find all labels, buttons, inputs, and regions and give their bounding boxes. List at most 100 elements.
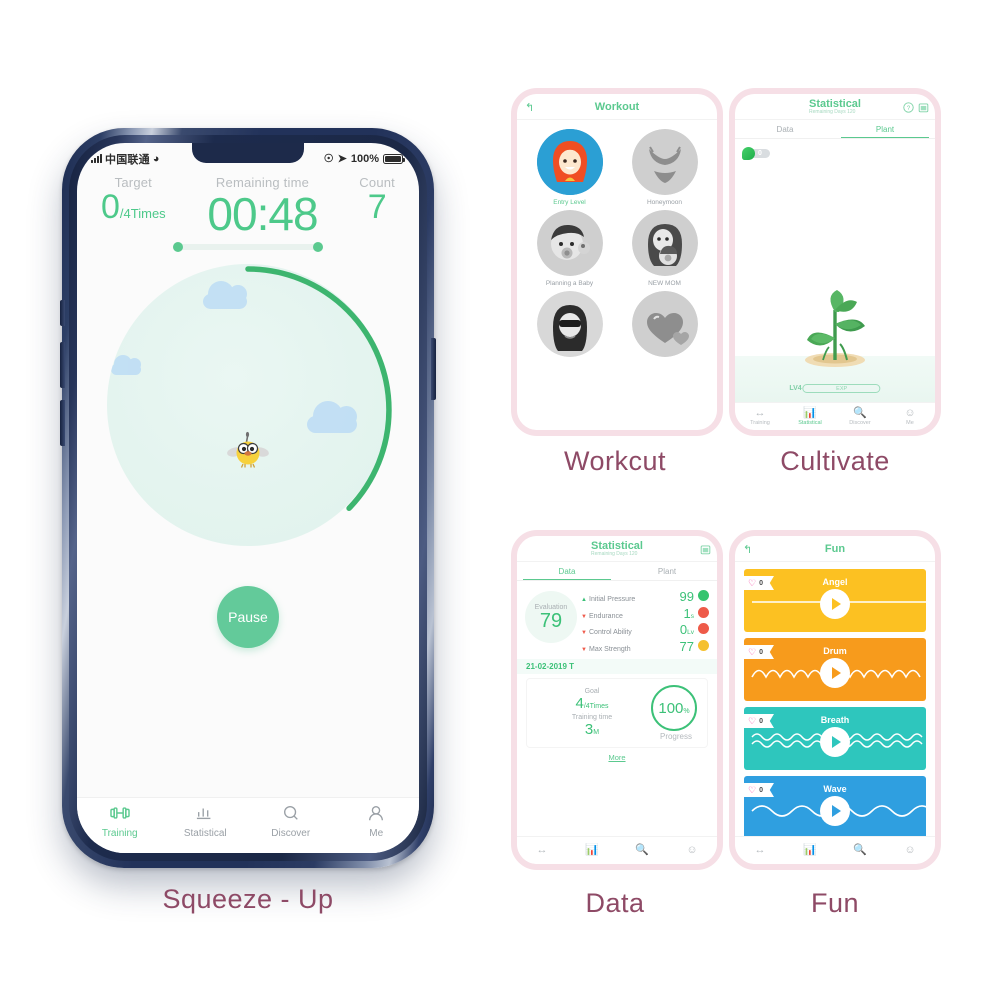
training-time-label: Training time [571, 714, 613, 721]
nav-item-me[interactable]: ☺ Me [885, 407, 935, 426]
phone-mute-switch[interactable] [60, 300, 65, 326]
nav-item-training[interactable]: ↔ [517, 844, 567, 857]
heart-icon: ♡ [748, 715, 757, 726]
play-button[interactable] [820, 796, 850, 827]
nav-item-discover[interactable]: 🔍 Discover [835, 407, 885, 426]
trend-down-icon: ▼ [581, 630, 587, 636]
nav-item-training[interactable]: ↔ [735, 844, 785, 857]
fun-tile-breath[interactable]: ♡ 0 Breath [744, 707, 926, 770]
tab-data[interactable]: Data [517, 562, 617, 580]
nav-item-training[interactable]: ↔ Training [735, 407, 785, 426]
workcut-item-honeymoon[interactable]: Honeymoon [624, 129, 705, 206]
dumbbell-icon [77, 804, 163, 826]
workcut-item-5[interactable] [529, 291, 610, 361]
trend-down-icon: ▼ [581, 613, 587, 620]
count-value: 7 [367, 188, 387, 226]
workcut-label: NEW MOM [648, 280, 681, 287]
training-time-value: 3 [584, 721, 594, 738]
fun-tile-wave[interactable]: ♡ 0 Wave [744, 776, 926, 836]
stat-number: 1 [683, 605, 691, 621]
back-arrow-icon[interactable]: ↰ [743, 543, 752, 556]
poster-canvas: 中国联通 ◕ 16:41 ☉ ➤ 100% Target 0/4Times [0, 0, 1000, 1000]
training-time-group: 3M [533, 721, 651, 738]
avatar [536, 129, 603, 195]
stat-row: ▲ Initial Pressure 99 [581, 589, 709, 604]
data-header: Statistical Remaining Days 120 [517, 536, 717, 562]
workcut-item-entry-level[interactable]: Entry Level [529, 129, 610, 206]
progress-dot-end [313, 242, 323, 253]
like-ribbon[interactable]: ♡ 0 [744, 645, 774, 659]
nav-item-statistical[interactable]: 📊 [785, 844, 835, 857]
pause-button[interactable]: Pause [217, 586, 279, 649]
tab-plant[interactable]: Plant [617, 562, 717, 580]
phone-volume-up-button[interactable] [60, 342, 65, 388]
fun-header: ↰ Fun [735, 536, 935, 562]
plant-illustration-area: LV4 EXP [735, 290, 935, 402]
seed-counter[interactable]: 0 [742, 147, 770, 160]
signal-icon [91, 154, 102, 163]
dumbbell-icon: ↔ [754, 407, 766, 419]
nav-item-me[interactable]: ☺ [885, 844, 935, 857]
nav-item-training[interactable]: Training [77, 804, 163, 839]
nav-item-statistical[interactable]: 📊 Statistical [785, 407, 835, 426]
workcut-label: Entry Level [553, 199, 586, 206]
nav-item-me[interactable]: ☺ [667, 844, 717, 857]
data-header-icons [700, 542, 711, 560]
avatar [631, 291, 698, 357]
fun-tile-angel[interactable]: ♡ 0 Angel [744, 569, 926, 632]
nav-label-training: Training [101, 828, 138, 839]
bar-chart-icon: 📊 [803, 844, 817, 856]
fun-tile-drum[interactable]: ♡ 0 Drum [744, 638, 926, 701]
stat-unit: Lv [687, 629, 694, 636]
dumbbell-icon: ↔ [536, 844, 548, 856]
workcut-grid: Entry Level Honeymoon Planning a Baby NE… [517, 120, 717, 361]
like-count: 0 [759, 579, 763, 587]
nav-item-statistical[interactable]: Statistical [163, 804, 249, 839]
plant-exp-label: EXP [836, 385, 848, 392]
metric-target: Target 0/4Times [101, 175, 166, 226]
cultivate-title: Statistical Remaining Days 120 [809, 98, 861, 115]
phone-screen: 中国联通 ◕ 16:41 ☉ ➤ 100% Target 0/4Times [77, 143, 419, 853]
tab-data[interactable]: Data [735, 120, 835, 138]
location-arrow-icon: ➤ [337, 153, 347, 165]
more-link[interactable]: More [517, 753, 717, 762]
session-progress-track [173, 242, 323, 253]
question-circle-icon[interactable]: ? [903, 100, 914, 118]
back-arrow-icon[interactable]: ↰ [525, 101, 534, 114]
calendar-icon[interactable] [700, 542, 711, 560]
workcut-item-new-mom[interactable]: NEW MOM [624, 210, 705, 287]
trend-up-icon: ▲ [581, 597, 587, 603]
fun-body: ♡ 0 Angel ♡ 0 Drum ♡ 0 Breath ♡ 0 Wave [735, 562, 935, 836]
like-ribbon[interactable]: ♡ 0 [744, 576, 774, 590]
play-icon [832, 736, 841, 749]
nav-label-statistical: Statistical [183, 828, 227, 839]
like-count: 0 [759, 648, 763, 656]
evaluation-value: 79 [539, 609, 563, 632]
progress-label: Progress [659, 732, 692, 741]
nav-label-discover: Discover [271, 828, 311, 839]
phone-volume-down-button[interactable] [60, 400, 65, 446]
like-ribbon[interactable]: ♡ 0 [744, 714, 774, 728]
nav-item-discover[interactable]: 🔍 [835, 844, 885, 857]
tab-plant[interactable]: Plant [835, 120, 935, 138]
like-ribbon[interactable]: ♡ 0 [744, 783, 774, 797]
stat-name: Initial Pressure [589, 596, 636, 603]
play-button[interactable] [820, 727, 850, 758]
fun-title: Fun [824, 542, 846, 555]
caption-cultivate: Cultivate [780, 446, 890, 476]
calendar-icon[interactable] [918, 100, 929, 118]
workcut-item-6[interactable] [624, 291, 705, 361]
stat-value: 1s [684, 606, 694, 621]
avatar [536, 210, 603, 276]
play-button[interactable] [820, 589, 850, 620]
metric-remaining-time: Remaining time 00:48 [207, 175, 318, 238]
nav-item-me[interactable]: Me [334, 804, 420, 839]
play-button[interactable] [820, 658, 850, 689]
workcut-item-planning-a-baby[interactable]: Planning a Baby [529, 210, 610, 287]
avatar [631, 129, 698, 195]
nav-item-discover[interactable]: Discover [248, 804, 334, 839]
phone-power-button[interactable] [431, 338, 436, 400]
nav-item-discover[interactable]: 🔍 [617, 844, 667, 857]
nav-item-statistical[interactable]: 📊 [567, 844, 617, 857]
search-icon: 🔍 [635, 844, 649, 856]
